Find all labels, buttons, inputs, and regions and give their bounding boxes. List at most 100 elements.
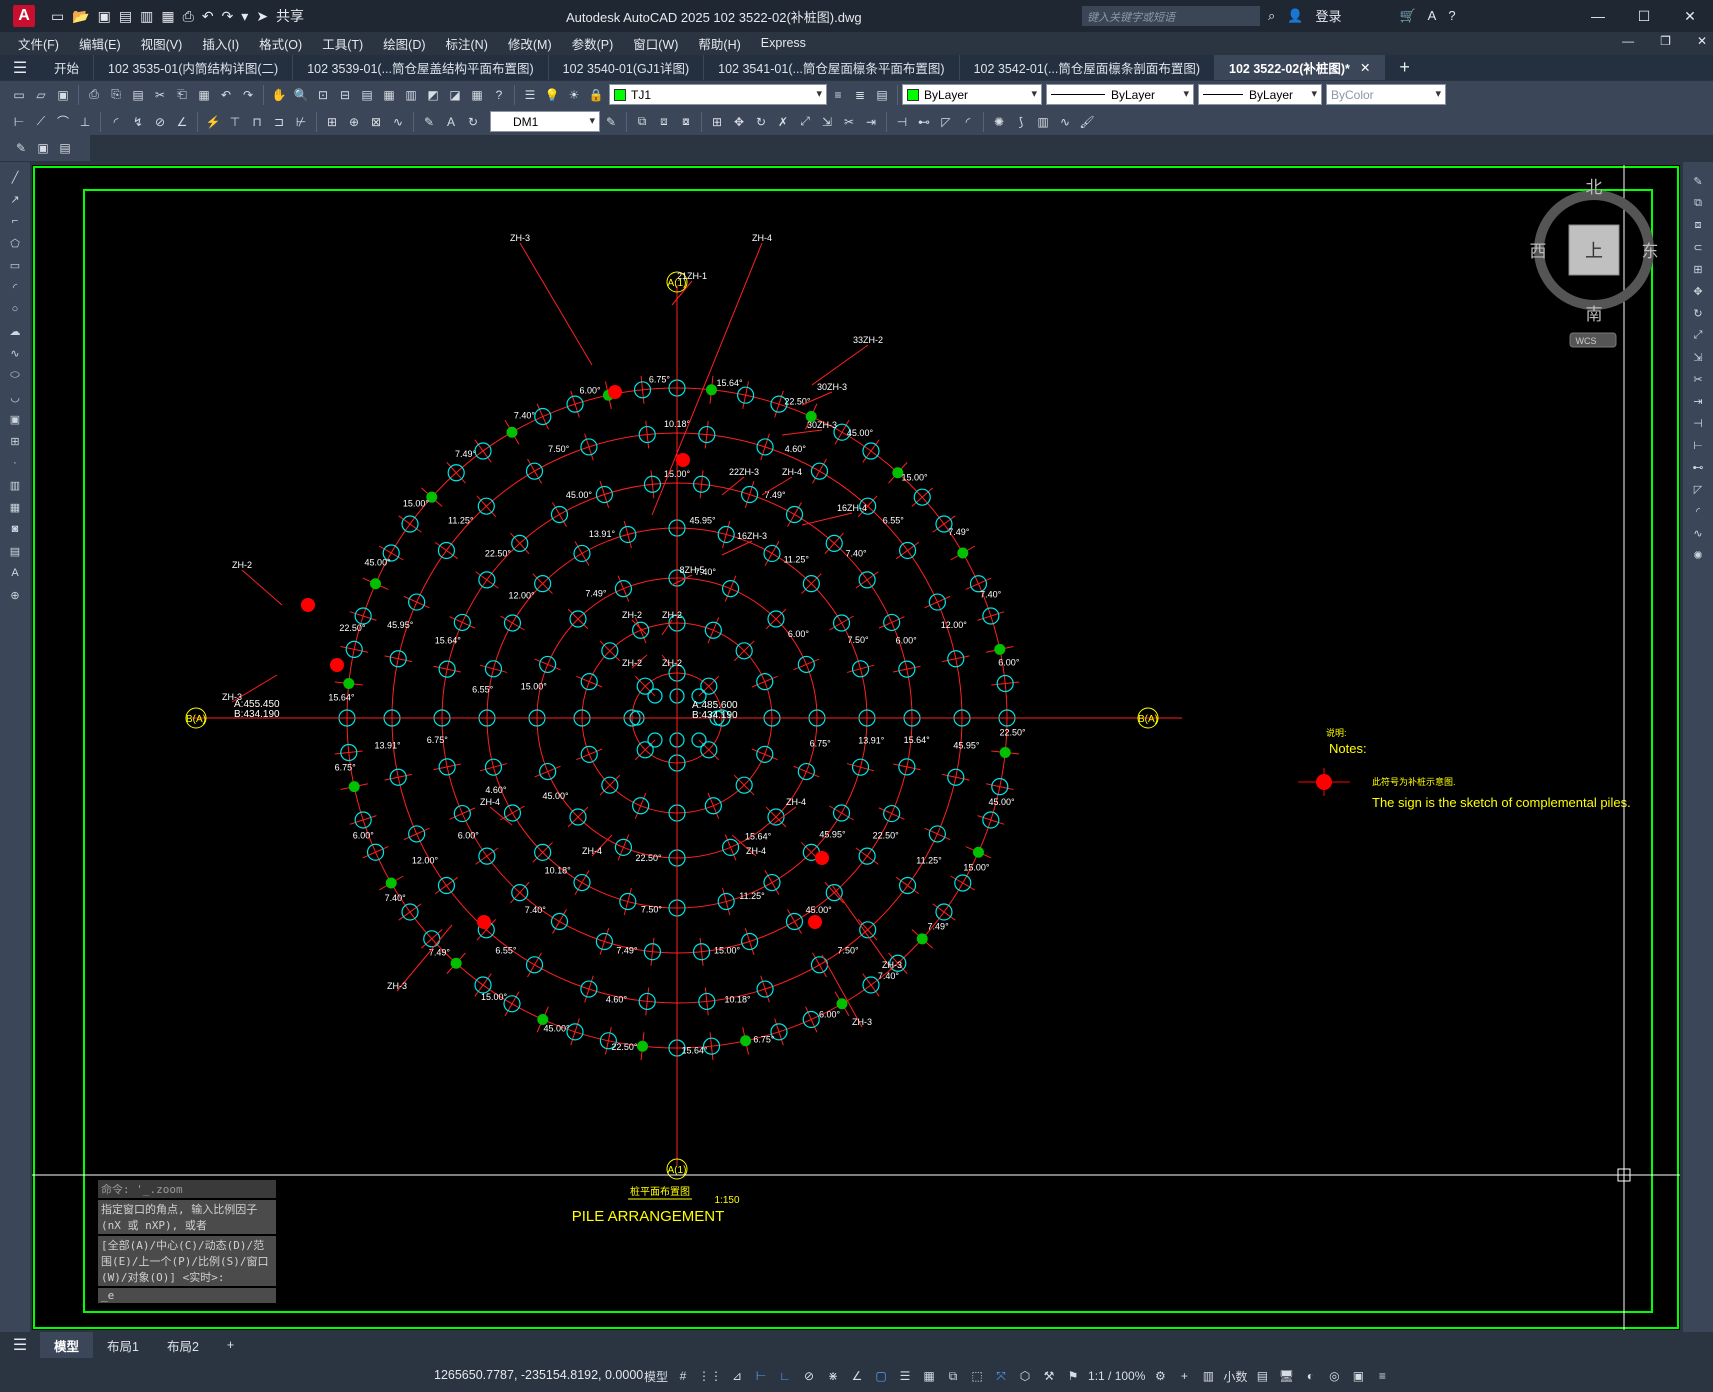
rotate-icon[interactable]: ↻: [752, 113, 770, 131]
units-icon[interactable]: ▥: [1199, 1366, 1217, 1386]
aligned-dim-icon[interactable]: ⟋: [32, 113, 50, 131]
hardware-accel-icon[interactable]: ◎: [1325, 1366, 1343, 1386]
block-editor-icon[interactable]: ✎: [12, 139, 30, 157]
design-center-icon[interactable]: ▦: [380, 86, 398, 104]
offset-icon[interactable]: ⊂: [1690, 238, 1706, 256]
break-point-icon[interactable]: ⊣: [1690, 414, 1706, 432]
polyline-icon[interactable]: ⌐: [7, 212, 23, 230]
autocad-logo[interactable]: A: [13, 5, 35, 27]
zoom-window-icon[interactable]: ⊡: [314, 86, 332, 104]
linear-dim-icon[interactable]: ⊢: [10, 113, 28, 131]
move-icon[interactable]: ✥: [1690, 282, 1706, 300]
qnew-icon[interactable]: ▭: [10, 86, 28, 104]
ellipse-arc-icon[interactable]: ◡: [7, 388, 23, 406]
tab-3522-active[interactable]: 102 3522-02(补桩图)* ✕: [1215, 55, 1386, 80]
auto-scale-icon[interactable]: ⚑: [1064, 1366, 1082, 1386]
menu-dimension[interactable]: 标注(N): [436, 34, 498, 53]
inspect-icon[interactable]: ⊠: [367, 113, 385, 131]
menu-insert[interactable]: 插入(I): [192, 34, 249, 53]
lineweight-dropdown[interactable]: ByLayer: [1198, 84, 1322, 105]
copy-icon[interactable]: ⎗: [173, 86, 191, 104]
rotate-icon[interactable]: ↻: [1690, 304, 1706, 322]
tab-3539[interactable]: 102 3539-01(...筒仓屋盖结构平面布置图): [293, 55, 549, 80]
viewcube-south[interactable]: 南: [1586, 305, 1603, 324]
trim-icon[interactable]: ✂: [840, 113, 858, 131]
menu-window[interactable]: 窗口(W): [623, 34, 688, 53]
layout-menu-icon[interactable]: ☰: [0, 1335, 40, 1355]
erase-icon[interactable]: ✎: [1690, 172, 1706, 190]
ordinate-icon[interactable]: ⊥: [76, 113, 94, 131]
tab-layout1[interactable]: 布局1: [93, 1332, 153, 1358]
save-icon[interactable]: ▣: [54, 86, 72, 104]
qat-dropdown-icon[interactable]: ▾: [241, 8, 248, 25]
rectangle-icon[interactable]: ▭: [7, 256, 23, 274]
object-track-icon[interactable]: ∠: [848, 1366, 866, 1386]
tab-start[interactable]: 开始: [40, 55, 95, 80]
radius-icon[interactable]: ◜: [107, 113, 125, 131]
arc-icon[interactable]: ◜: [7, 278, 23, 296]
fillet-icon[interactable]: ◜: [1690, 502, 1706, 520]
attribute-icon[interactable]: ▤: [56, 139, 74, 157]
stretch-icon[interactable]: ⇲: [818, 113, 836, 131]
lock-icon[interactable]: 🔒: [587, 86, 605, 104]
explode-icon[interactable]: ✺: [990, 113, 1008, 131]
autodesk-account-icon[interactable]: A: [1428, 8, 1437, 23]
doc-restore-icon[interactable]: ❐: [1660, 34, 1671, 48]
tolerance-icon[interactable]: ⊞: [323, 113, 341, 131]
open-icon[interactable]: ▱: [32, 86, 50, 104]
dimstyle-dropdown[interactable]: DM1: [490, 111, 600, 132]
gradient-icon[interactable]: ▦: [7, 498, 23, 516]
explode-icon[interactable]: ✺: [1690, 546, 1706, 564]
baseline-icon[interactable]: ⊤: [226, 113, 244, 131]
save-icon[interactable]: ▣: [98, 8, 111, 25]
viewcube-west[interactable]: 西: [1530, 242, 1547, 261]
3d-osnap-icon[interactable]: ⬚: [968, 1366, 986, 1386]
menu-modify[interactable]: 修改(M): [498, 34, 562, 53]
osnap-icon[interactable]: ▢: [872, 1366, 890, 1386]
dim-update-icon[interactable]: ↻: [464, 113, 482, 131]
drawing-canvas[interactable]: 6.75° 15.64° 22.50° 45.00° 15.00° 7.49° 7.40° 6…: [32, 165, 1680, 1330]
center-mark-icon[interactable]: ⊕: [345, 113, 363, 131]
mtext-icon[interactable]: A: [7, 564, 23, 582]
quick-dim-icon[interactable]: ⚡: [204, 113, 222, 131]
linetype-dropdown[interactable]: ByLayer: [1046, 84, 1194, 105]
pan-icon[interactable]: ✋: [270, 86, 288, 104]
minimize-icon[interactable]: —: [1575, 0, 1621, 32]
search-icon[interactable]: ⌕: [1268, 8, 1275, 24]
cart-icon[interactable]: 🛒: [1399, 8, 1415, 24]
hatch-icon[interactable]: ▥: [7, 476, 23, 494]
fillet-icon[interactable]: ◜: [959, 113, 977, 131]
add-icon[interactable]: +: [1175, 1366, 1193, 1386]
model-space-toggle[interactable]: 模型: [644, 1366, 668, 1386]
menu-format[interactable]: 格式(O): [249, 34, 312, 53]
chamfer-icon[interactable]: ◸: [937, 113, 955, 131]
publish-icon[interactable]: ▤: [129, 86, 147, 104]
splinedit-icon[interactable]: ∿: [1056, 113, 1074, 131]
extend-icon[interactable]: ⇥: [862, 113, 880, 131]
menu-help[interactable]: 帮助(H): [688, 34, 750, 53]
viewcube-east[interactable]: 东: [1642, 242, 1659, 261]
offset-icon[interactable]: ⧇: [677, 113, 695, 131]
plot-icon[interactable]: ⎙: [85, 86, 103, 104]
join-icon[interactable]: ⊷: [1690, 458, 1706, 476]
angular-icon[interactable]: ∠: [173, 113, 191, 131]
open-web-icon[interactable]: ▥: [140, 8, 153, 25]
isometric-icon[interactable]: ⋇: [824, 1366, 842, 1386]
calculator-icon[interactable]: ▦: [468, 86, 486, 104]
make-current-icon[interactable]: ≡: [829, 86, 847, 104]
chamfer-icon[interactable]: ◸: [1690, 480, 1706, 498]
copy-modify-icon[interactable]: ⧉: [633, 113, 651, 131]
preview-icon[interactable]: ⎘: [107, 86, 125, 104]
maximize-icon[interactable]: ☐: [1621, 0, 1667, 32]
share-icon[interactable]: ➤: [256, 8, 268, 25]
tool-palettes-icon[interactable]: ▥: [402, 86, 420, 104]
zoom-previous-icon[interactable]: ⊟: [336, 86, 354, 104]
erase-icon[interactable]: ✗: [774, 113, 792, 131]
polar-icon[interactable]: ⊘: [800, 1366, 818, 1386]
grid-icon[interactable]: #: [674, 1366, 692, 1386]
isolate-icon[interactable]: ◐: [1301, 1366, 1319, 1386]
new-icon[interactable]: ▭: [51, 8, 64, 25]
spline-icon[interactable]: ∿: [7, 344, 23, 362]
insert-block-icon[interactable]: ▣: [34, 139, 52, 157]
undo-icon[interactable]: ↶: [217, 86, 235, 104]
